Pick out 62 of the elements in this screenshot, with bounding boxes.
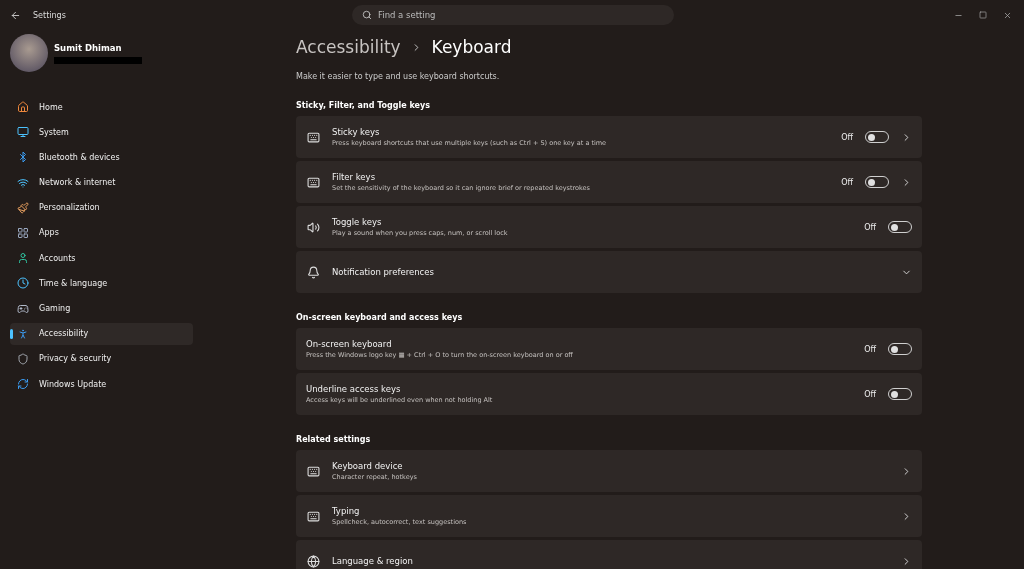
setting-card[interactable]: Language & region xyxy=(296,540,922,569)
search-field[interactable]: Find a setting xyxy=(352,5,674,25)
accessibility-icon xyxy=(17,327,29,340)
home-icon xyxy=(17,101,29,113)
sidebar-item[interactable]: Time & language xyxy=(10,272,193,295)
back-icon[interactable] xyxy=(10,9,21,21)
sidebar-item[interactable]: Accessibility xyxy=(10,322,193,345)
monitor-icon xyxy=(17,126,29,139)
setting-card[interactable]: Notification preferences xyxy=(296,251,922,293)
maximize-icon[interactable] xyxy=(979,10,987,19)
breadcrumb-item: Keyboard xyxy=(431,37,512,57)
setting-title: Sticky keys xyxy=(332,127,381,137)
shield-icon xyxy=(17,352,29,365)
close-icon[interactable] xyxy=(1003,10,1012,20)
sidebar-item[interactable]: Gaming xyxy=(10,297,193,320)
sidebar-item[interactable]: System xyxy=(10,121,193,144)
window-title: Settings xyxy=(33,10,66,20)
bluetooth-icon xyxy=(17,151,29,164)
sidebar-item[interactable]: Home xyxy=(10,96,193,118)
keyboard-icon xyxy=(306,464,320,478)
setting-title: Filter keys xyxy=(332,172,377,182)
search-icon xyxy=(362,10,372,20)
user-name: Sumit Dhiman xyxy=(54,42,123,53)
setting-title: Notification preferences xyxy=(332,267,435,277)
setting-title: Typing xyxy=(332,506,361,516)
grid-icon xyxy=(17,226,29,239)
sidebar-item[interactable]: Personalization xyxy=(10,196,193,219)
setting-title: Keyboard device xyxy=(332,461,404,471)
setting-title: Underline access keys xyxy=(306,384,402,394)
sidebar-item[interactable]: Network & internet xyxy=(10,171,193,194)
gamepad-icon xyxy=(17,302,29,315)
setting-title: Language & region xyxy=(332,556,414,566)
toggle-state-label: Off xyxy=(864,389,876,399)
toggle-state-label: Off xyxy=(864,222,876,232)
sidebar-item[interactable]: Bluetooth & devices xyxy=(10,146,193,169)
keyboard-icon xyxy=(306,175,320,189)
selection-indicator xyxy=(10,328,13,339)
clock-icon xyxy=(17,277,29,290)
section-heading: Related settings xyxy=(296,435,372,444)
setting-title: On-screen keyboard xyxy=(306,339,393,349)
sidebar-item[interactable]: Windows Update xyxy=(10,373,193,396)
speaker-icon xyxy=(306,220,320,234)
page-description: Make it easier to type and use keyboard shortcuts. xyxy=(296,72,501,81)
section-heading: On-screen keyboard and access keys xyxy=(296,313,464,322)
toggle-state-label: Off xyxy=(841,177,853,187)
sidebar-item[interactable]: Apps xyxy=(10,221,193,244)
refresh-icon xyxy=(17,378,29,391)
breadcrumb-item[interactable]: Accessibility xyxy=(296,37,401,57)
section-heading: Sticky, Filter, and Toggle keys xyxy=(296,101,431,110)
wifi-icon xyxy=(17,176,29,189)
sidebar-item[interactable]: Privacy & security xyxy=(10,347,193,370)
bell-icon xyxy=(306,265,320,279)
globe-icon xyxy=(306,554,320,568)
person-icon xyxy=(17,252,29,265)
keyboard-icon xyxy=(306,509,320,523)
toggle-state-label: Off xyxy=(841,132,853,142)
toggle-state-label: Off xyxy=(864,344,876,354)
avatar xyxy=(10,34,48,72)
setting-title: Toggle keys xyxy=(332,217,383,227)
sidebar-item[interactable]: Accounts xyxy=(10,247,193,270)
paintbrush-icon xyxy=(17,201,29,214)
keyboard-icon xyxy=(306,130,320,144)
